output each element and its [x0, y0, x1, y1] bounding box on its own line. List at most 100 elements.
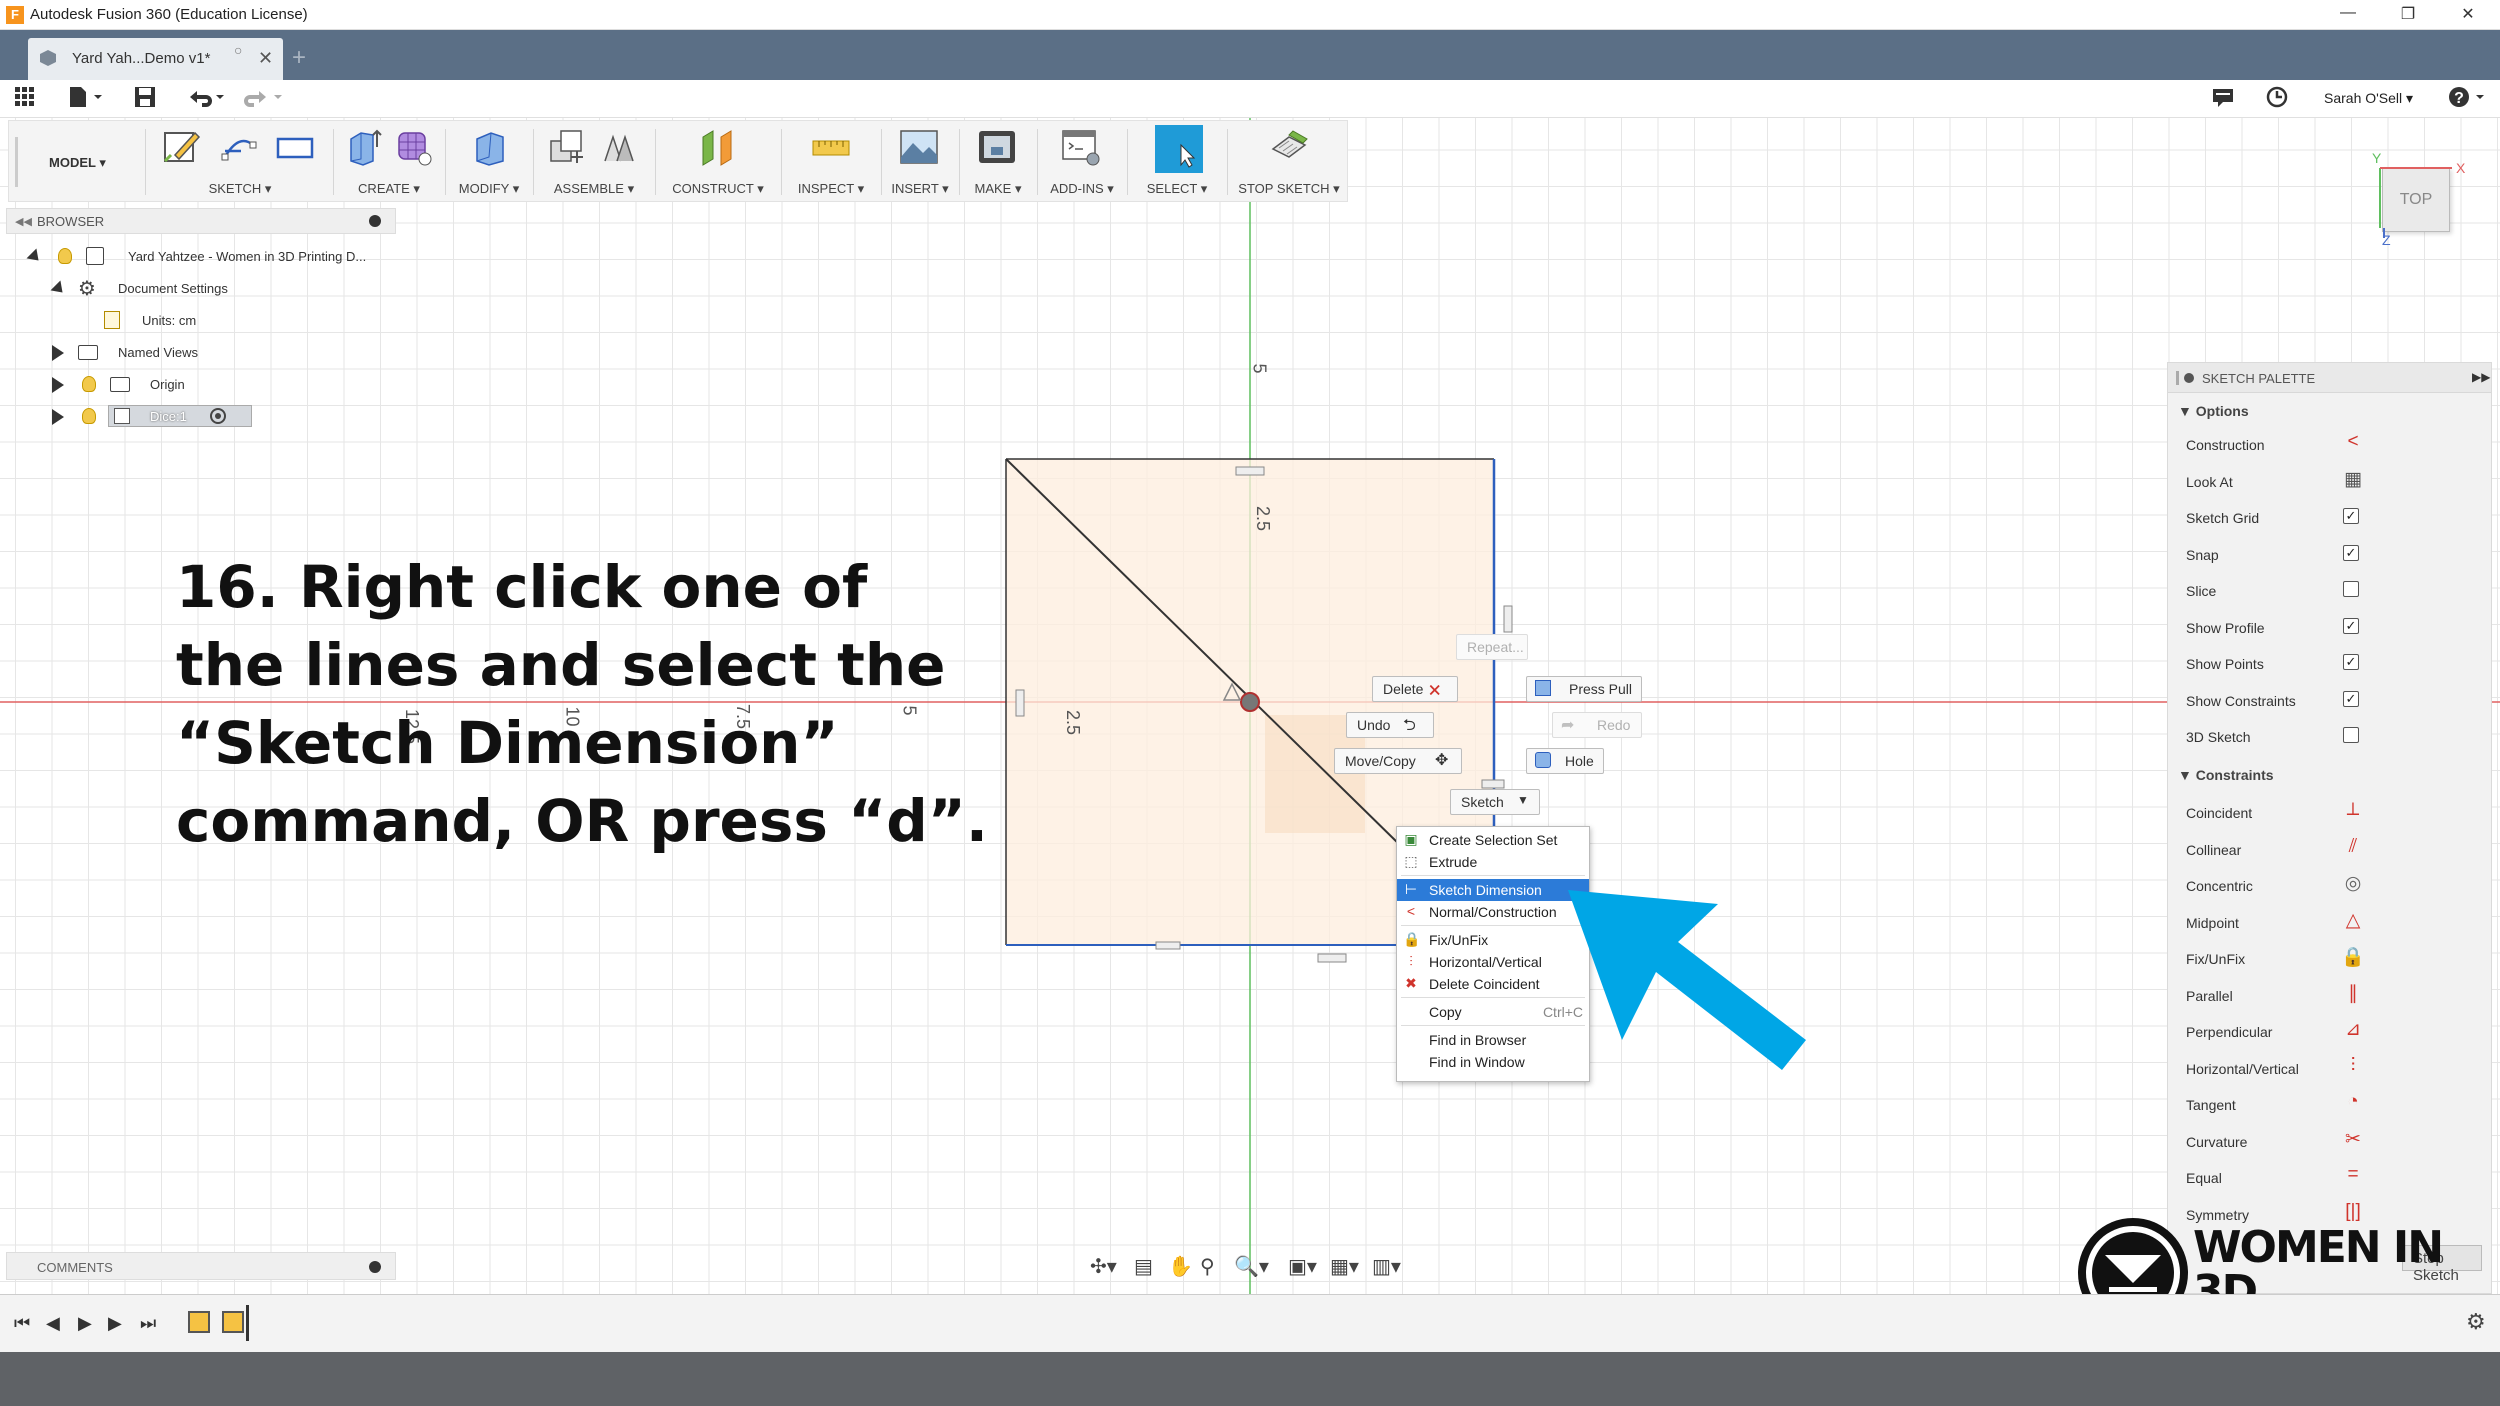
select-cursor-icon[interactable]	[1159, 129, 1199, 169]
3d-print-icon[interactable]	[977, 127, 1017, 167]
expand-right-icon[interactable]	[52, 377, 64, 393]
checked-checkbox[interactable]: ✓	[2343, 654, 2359, 670]
unchecked-checkbox[interactable]	[2343, 727, 2359, 743]
palette-option-row[interactable]: 3D Sketch	[2186, 721, 2486, 757]
select-group[interactable]: SELECT ▾	[1131, 121, 1223, 203]
palette-constraint-row[interactable]: Perpendicular ⊿	[2186, 1016, 2486, 1052]
scripts-addins-icon[interactable]	[1061, 127, 1101, 167]
fit-icon[interactable]: 🔍▾	[1234, 1254, 1269, 1279]
expand-right-icon[interactable]	[52, 345, 64, 361]
extrude-icon[interactable]	[343, 127, 383, 167]
unchecked-checkbox[interactable]	[2343, 581, 2359, 597]
zoom-icon[interactable]: ⚲	[1200, 1254, 1215, 1279]
look-at-icon[interactable]: ▦	[2341, 468, 2365, 491]
horizontal-constraint-icon-right[interactable]	[1481, 779, 1505, 789]
visibility-bulb-icon[interactable]	[82, 408, 96, 424]
delete-button[interactable]: Delete 🗙	[1372, 676, 1458, 702]
viewports-icon[interactable]: ▥▾	[1372, 1254, 1401, 1279]
palette-pin-icon[interactable]	[2184, 373, 2194, 383]
go-to-start-icon[interactable]: ⏮	[14, 1313, 30, 1334]
browser-units[interactable]: Units: cm	[100, 308, 300, 334]
palette-constraints-section[interactable]: ▼ Constraints	[2178, 767, 2274, 783]
go-to-end-icon[interactable]: ⏭	[140, 1313, 156, 1334]
coincident-icon[interactable]: ⟂	[2341, 799, 2365, 821]
make-menu-label[interactable]: MAKE ▾	[963, 181, 1033, 197]
stop-sketch-menu-label[interactable]: STOP SKETCH ▾	[1231, 181, 1347, 197]
horizontal-vertical-icon[interactable]: ⫶	[2341, 1055, 2365, 1077]
horizontal-constraint-icon-bottom[interactable]	[1155, 941, 1181, 950]
add-ins-group[interactable]: ADD-INS ▾	[1041, 121, 1123, 203]
browser-root-item[interactable]: Yard Yahtzee - Women in 3D Printing D...	[24, 244, 404, 270]
line-tool-icon[interactable]	[219, 127, 259, 167]
sketch-dropdown-button[interactable]: Sketch ▼	[1450, 789, 1540, 815]
construct-menu-label[interactable]: CONSTRUCT ▾	[659, 181, 777, 197]
palette-constraint-row[interactable]: Horizontal/Vertical ⫶	[2186, 1053, 2486, 1089]
browser-named-views[interactable]: Named Views	[48, 340, 308, 366]
palette-constraint-row[interactable]: Concentric ◎	[2186, 870, 2486, 906]
assemble-menu-label[interactable]: ASSEMBLE ▾	[537, 181, 651, 197]
checked-checkbox[interactable]: ✓	[2343, 508, 2359, 524]
timeline-marker[interactable]	[246, 1305, 249, 1341]
tangent-icon[interactable]: ◔	[2341, 1091, 2365, 1113]
equal-icon[interactable]: =	[2341, 1164, 2365, 1186]
menu-item-extrude[interactable]: ⬚ Extrude	[1397, 851, 1589, 873]
palette-option-row[interactable]: Show Constraints ✓	[2186, 685, 2486, 721]
checked-checkbox[interactable]: ✓	[2343, 544, 2359, 561]
horizontal-constraint-icon[interactable]	[1235, 466, 1265, 476]
add-comment-icon[interactable]	[369, 1261, 381, 1273]
palette-constraint-row[interactable]: Curvature ✂	[2186, 1126, 2486, 1162]
inspect-group[interactable]: INSPECT ▾	[785, 121, 877, 203]
lock-icon[interactable]: 🔒	[2341, 945, 2365, 969]
checked-checkbox[interactable]: ✓	[2343, 690, 2359, 707]
palette-option-row[interactable]: Show Points ✓	[2186, 648, 2486, 684]
timeline-sketch-feature-icon[interactable]	[188, 1311, 210, 1333]
sketch-palette-header[interactable]: SKETCH PALETTE ▶▶	[2168, 363, 2491, 393]
palette-constraint-row[interactable]: Equal =	[2186, 1162, 2486, 1198]
palette-option-row[interactable]: Sketch Grid ✓	[2186, 502, 2486, 538]
browser-panel-header[interactable]: ◀◀ BROWSER	[6, 208, 396, 234]
inspect-menu-label[interactable]: INSPECT ▾	[785, 181, 877, 197]
grid-settings-icon[interactable]: ▦▾	[1330, 1254, 1359, 1279]
create-form-icon[interactable]	[393, 127, 433, 167]
vertical-constraint-icon[interactable]	[1015, 689, 1025, 717]
palette-constraint-row[interactable]: Midpoint △	[2186, 907, 2486, 943]
visibility-bulb-icon[interactable]	[82, 376, 96, 392]
checked-checkbox[interactable]: ✓	[2343, 617, 2359, 634]
timeline-sketch-active-icon[interactable]	[222, 1311, 244, 1333]
offset-plane-icon[interactable]	[699, 127, 739, 167]
display-settings-icon[interactable]: ▣▾	[1288, 1254, 1317, 1279]
curvature-icon[interactable]: ✂	[2341, 1128, 2365, 1151]
hole-button[interactable]: Hole	[1526, 748, 1604, 774]
assemble-group[interactable]: ASSEMBLE ▾	[537, 121, 651, 203]
construction-icon[interactable]: <	[2341, 431, 2365, 453]
insert-menu-label[interactable]: INSERT ▾	[885, 181, 955, 197]
palette-constraint-row[interactable]: Coincident ⟂	[2186, 797, 2486, 833]
press-pull-icon[interactable]	[469, 127, 509, 167]
palette-option-row[interactable]: Show Profile ✓	[2186, 612, 2486, 648]
expand-right-icon[interactable]	[52, 409, 64, 425]
step-forward-icon[interactable]: ▶	[108, 1313, 122, 1334]
rectangle-tool-icon[interactable]	[275, 127, 315, 167]
palette-expand-icon[interactable]: ▶▶	[2472, 370, 2490, 384]
browser-document-settings[interactable]: ⚙ Document Settings	[48, 276, 328, 302]
add-ins-menu-label[interactable]: ADD-INS ▾	[1041, 181, 1123, 197]
repeat-button[interactable]: Repeat...	[1456, 634, 1528, 660]
play-icon[interactable]: ▶	[78, 1313, 92, 1334]
insert-image-icon[interactable]	[899, 127, 939, 167]
modify-menu-label[interactable]: MODIFY ▾	[449, 181, 529, 197]
activate-radio-icon[interactable]	[210, 408, 226, 424]
redo-button[interactable]: ➦ Redo	[1552, 712, 1642, 738]
collapse-browser-icon[interactable]: ◀◀	[15, 215, 32, 228]
palette-option-row[interactable]: Slice	[2186, 575, 2486, 611]
orbit-icon[interactable]: ✣▾	[1090, 1254, 1117, 1279]
sketch-menu-label[interactable]: SKETCH ▾	[151, 181, 329, 197]
browser-pin-icon[interactable]	[369, 215, 381, 227]
perpendicular-icon[interactable]: ⊿	[2341, 1018, 2365, 1041]
stop-sketch-group[interactable]: STOP SKETCH ▾	[1231, 121, 1347, 203]
palette-constraint-row[interactable]: Tangent ◔	[2186, 1089, 2486, 1125]
new-component-icon[interactable]	[547, 127, 587, 167]
palette-constraint-row[interactable]: Parallel ∥	[2186, 980, 2486, 1016]
palette-option-row[interactable]: Construction <	[2186, 429, 2486, 465]
collinear-icon[interactable]: ⫽	[2341, 836, 2365, 858]
make-group[interactable]: MAKE ▾	[963, 121, 1033, 203]
